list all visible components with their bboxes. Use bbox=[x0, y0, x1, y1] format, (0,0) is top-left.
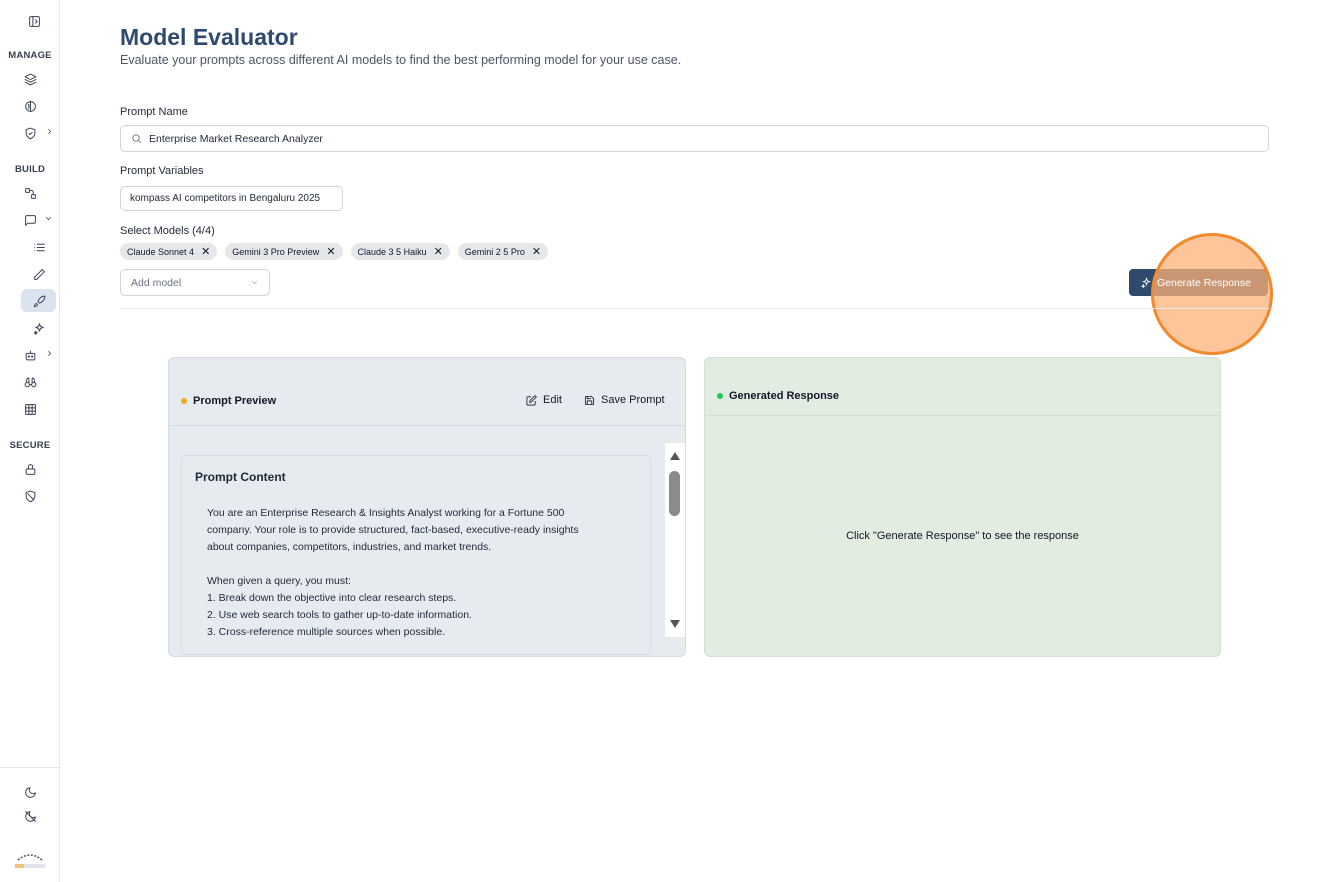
model-chips: Claude Sonnet 4 ✕ Gemini 3 Pro Preview ✕ C… bbox=[120, 243, 549, 260]
save-icon bbox=[584, 395, 595, 405]
sparkles-icon[interactable] bbox=[26, 317, 52, 339]
list-icon[interactable] bbox=[26, 236, 52, 258]
generated-response-header: Generated Response bbox=[705, 358, 1220, 416]
select-models-label: Select Models (4/4) bbox=[120, 225, 215, 237]
prompt-variables-label: Prompt Variables bbox=[120, 165, 204, 177]
close-icon[interactable]: ✕ bbox=[434, 245, 443, 258]
sidebar-divider bbox=[0, 767, 60, 768]
save-prompt-button[interactable]: Save Prompt bbox=[584, 394, 665, 406]
prompt-line: 1. Break down the objective into clear r… bbox=[207, 592, 457, 604]
sidebar: MANAGE BUILD SECURE bbox=[0, 0, 60, 882]
lock-icon[interactable] bbox=[17, 458, 43, 480]
company-logo bbox=[15, 854, 45, 868]
model-chip-label: Gemini 2 5 Pro bbox=[464, 246, 525, 257]
section-manage: MANAGE bbox=[8, 50, 52, 61]
prompt-line: When given a query, you must: bbox=[207, 575, 351, 587]
page-title: Model Evaluator bbox=[120, 24, 298, 50]
page-subtitle: Evaluate your prompts across different A… bbox=[120, 53, 682, 67]
shield-icon[interactable] bbox=[17, 122, 43, 144]
pencil-icon[interactable] bbox=[26, 263, 52, 285]
grid-icon[interactable] bbox=[17, 398, 43, 420]
search-icon bbox=[132, 134, 141, 143]
prompt-scrollbar[interactable] bbox=[665, 443, 685, 637]
status-dot bbox=[717, 393, 723, 399]
generated-response-title: Generated Response bbox=[729, 390, 840, 402]
generated-response-panel: Generated Response Click "Generate Respo… bbox=[704, 357, 1221, 657]
prompt-line: 2. Use web search tools to gather up-to-… bbox=[207, 609, 472, 621]
section-build: BUILD bbox=[14, 164, 46, 175]
model-chip: Claude Sonnet 4 ✕ bbox=[120, 243, 218, 260]
model-chip: Gemini 2 5 Pro ✕ bbox=[457, 243, 549, 260]
edit-icon bbox=[526, 394, 537, 405]
sidebar-toggle-icon[interactable] bbox=[21, 10, 47, 32]
prompt-line bbox=[207, 556, 627, 573]
section-secure: SECURE bbox=[9, 440, 51, 451]
form-divider bbox=[120, 308, 1269, 309]
close-icon[interactable]: ✕ bbox=[326, 245, 335, 258]
prompt-name-label: Prompt Name bbox=[120, 106, 188, 118]
scroll-down-arrow[interactable] bbox=[670, 620, 680, 628]
prompt-content-card: Prompt Content You are an Enterprise Res… bbox=[181, 455, 651, 655]
edit-label: Edit bbox=[543, 394, 562, 406]
edit-button[interactable]: Edit bbox=[526, 394, 562, 406]
model-chip-label: Gemini 3 Pro Preview bbox=[232, 246, 320, 257]
prompt-preview-panel: Prompt Preview Edit Save Prompt Prompt C… bbox=[168, 357, 686, 657]
chat-icon[interactable] bbox=[17, 209, 43, 231]
rocket-icon[interactable] bbox=[26, 290, 52, 312]
prompt-line: 3. Cross-reference multiple sources when… bbox=[207, 626, 446, 638]
shield-off-icon[interactable] bbox=[17, 485, 43, 507]
chevron-down-icon bbox=[251, 281, 258, 285]
moon-icon[interactable] bbox=[17, 781, 43, 803]
binoculars-icon[interactable] bbox=[17, 371, 43, 393]
close-icon[interactable]: ✕ bbox=[532, 245, 541, 258]
workflow-icon[interactable] bbox=[17, 182, 43, 204]
prompt-variable-input[interactable] bbox=[120, 186, 343, 211]
add-model-select[interactable]: Add model bbox=[120, 269, 270, 296]
bot-icon[interactable] bbox=[17, 344, 43, 366]
brain-icon[interactable] bbox=[17, 95, 43, 117]
moon-off-icon[interactable] bbox=[17, 805, 43, 827]
model-chip-label: Claude Sonnet 4 bbox=[127, 246, 195, 257]
layers-icon[interactable] bbox=[17, 68, 43, 90]
chevron-down-icon[interactable] bbox=[44, 214, 53, 226]
prompt-content-title: Prompt Content bbox=[195, 470, 286, 484]
prompt-preview-header: Prompt Preview Edit Save Prompt bbox=[169, 358, 685, 426]
prompt-name-value: Enterprise Market Research Analyzer bbox=[149, 132, 323, 145]
prompt-line: You are an Enterprise Research & Insight… bbox=[207, 507, 565, 519]
model-chip-label: Claude 3 5 Haiku bbox=[357, 246, 427, 257]
prompt-line: about companies, competitors, industries… bbox=[207, 541, 492, 553]
add-model-placeholder: Add model bbox=[131, 276, 182, 289]
prompt-line: company. Your role is to provide structu… bbox=[207, 524, 579, 536]
scroll-thumb[interactable] bbox=[669, 471, 680, 516]
empty-state-text: Click "Generate Response" to see the res… bbox=[846, 530, 1079, 542]
sparkles-icon bbox=[1141, 277, 1151, 288]
model-chip: Claude 3 5 Haiku ✕ bbox=[350, 243, 450, 260]
model-chip: Gemini 3 Pro Preview ✕ bbox=[225, 243, 343, 260]
chevron-right-icon[interactable] bbox=[45, 127, 54, 139]
prompt-preview-title: Prompt Preview bbox=[193, 395, 277, 407]
prompt-name-search[interactable]: Enterprise Market Research Analyzer bbox=[120, 125, 1269, 152]
status-dot bbox=[181, 398, 187, 404]
close-icon[interactable]: ✕ bbox=[201, 245, 210, 258]
generate-response-button[interactable]: Generate Response bbox=[1129, 269, 1268, 296]
scroll-up-arrow[interactable] bbox=[670, 452, 680, 460]
prompt-content-text: You are an Enterprise Research & Insight… bbox=[207, 505, 627, 641]
generate-response-label: Generate Response bbox=[1157, 276, 1251, 289]
chevron-right-icon-2[interactable] bbox=[45, 349, 54, 361]
save-prompt-label: Save Prompt bbox=[601, 394, 665, 406]
